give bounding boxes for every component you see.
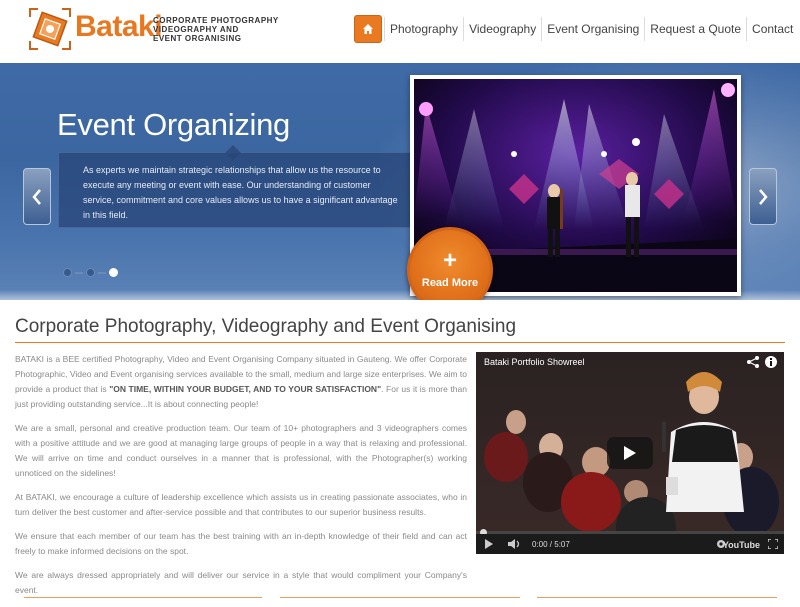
nav-item-event-organising[interactable]: Event Organising xyxy=(542,22,644,36)
video-title[interactable]: Bataki Portfolio Showreel xyxy=(484,357,585,367)
nav-item-photography[interactable]: Photography xyxy=(385,22,463,36)
slide-box-pointer xyxy=(224,143,242,161)
slide-title: Event Organizing xyxy=(57,107,290,142)
slider-dot-1[interactable] xyxy=(63,268,72,277)
video-play-button[interactable] xyxy=(607,437,653,469)
tagline-line-2: VIDEOGRAPHY AND xyxy=(153,25,239,34)
play-icon xyxy=(624,446,636,460)
brand-name[interactable]: Bataki xyxy=(75,12,163,42)
paragraph-leadership: At BATAKI, we encourage a culture of lea… xyxy=(15,492,467,517)
bataki-logo-icon[interactable] xyxy=(26,5,74,53)
slider-dot-2[interactable] xyxy=(86,268,95,277)
play-small-icon[interactable] xyxy=(484,539,494,549)
slider-dot-3[interactable] xyxy=(109,268,118,277)
site-header: Bataki CORPORATE PHOTOGRAPHY VIDEOGRAPHY… xyxy=(0,0,800,63)
paragraph-team: We are a small, personal and creative pr… xyxy=(15,423,467,478)
slide-description-box: As experts we maintain strategic relatio… xyxy=(58,143,414,228)
paragraph-dress: We are always dressed appropriately and … xyxy=(15,570,467,595)
info-icon[interactable] xyxy=(764,355,778,369)
nav-home-button[interactable] xyxy=(354,15,382,43)
slider-next-button[interactable] xyxy=(749,168,777,225)
slider-dot-connector xyxy=(98,271,106,274)
plus-icon: + xyxy=(442,247,457,274)
slide-description: As experts we maintain strategic relatio… xyxy=(83,165,398,220)
video-time: 0:00 / 5:07 xyxy=(532,539,570,549)
paragraph-intro: BATAKI is a BEE certified Photography, V… xyxy=(15,352,467,412)
paragraph-intro-emphasis: "ON TIME, WITHIN YOUR BUDGET, AND TO YOU… xyxy=(109,384,382,394)
intro-text: BATAKI is a BEE certified Photography, V… xyxy=(15,352,467,607)
title-divider xyxy=(15,342,785,343)
youtube-logo[interactable]: YouTube xyxy=(723,540,760,550)
brand-tagline: CORPORATE PHOTOGRAPHY VIDEOGRAPHY AND EV… xyxy=(153,16,279,43)
page-title: Corporate Photography, Videography and E… xyxy=(15,316,517,337)
nav-item-request-quote[interactable]: Request a Quote xyxy=(645,22,746,36)
nav-item-contact[interactable]: Contact xyxy=(747,22,798,36)
video-player[interactable]: Bataki Portfolio Showreel 0:00 / 5:07 Yo… xyxy=(476,352,784,554)
home-icon xyxy=(363,24,373,34)
tagline-line-3: EVENT ORGANISING xyxy=(153,34,242,43)
slider-dot-connector xyxy=(75,271,83,274)
fullscreen-icon[interactable] xyxy=(768,539,778,549)
paragraph-training: We ensure that each member of our team h… xyxy=(15,531,467,556)
tagline-line-1: CORPORATE PHOTOGRAPHY xyxy=(153,16,279,25)
slider-prev-button[interactable] xyxy=(23,168,51,225)
video-control-bar: 0:00 / 5:07 YouTube xyxy=(476,534,784,554)
share-icon[interactable] xyxy=(746,355,760,369)
nav-item-videography[interactable]: Videography xyxy=(464,22,541,36)
main-nav: Photography Videography Event Organising… xyxy=(354,14,798,44)
hero-slider: Event Organizing As experts we maintain … xyxy=(0,63,800,300)
volume-icon[interactable] xyxy=(508,539,522,549)
read-more-label: Read More xyxy=(421,277,479,289)
video-top-controls xyxy=(746,355,778,369)
chevron-left-icon xyxy=(32,188,41,205)
chevron-right-icon xyxy=(759,188,768,205)
slider-pagination xyxy=(63,268,121,277)
